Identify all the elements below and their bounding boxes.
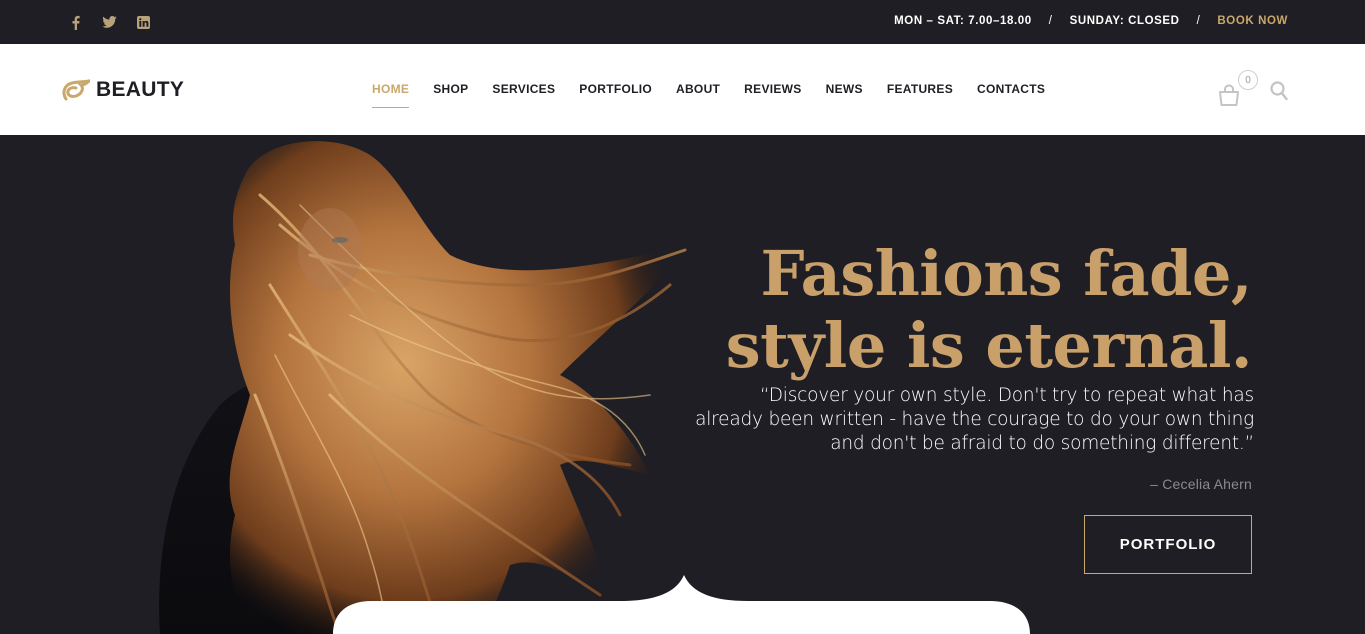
top-bar: MON – SAT: 7.00–18.00 / SUNDAY: CLOSED /… [0, 0, 1365, 44]
logo-text: BEAUTY [96, 78, 185, 101]
logo[interactable]: BEAUTY [60, 78, 184, 102]
hero-headline: Fashions fade, style is eternal. [725, 237, 1253, 382]
logo-mark-icon [62, 79, 90, 101]
sunday-hours: SUNDAY: CLOSED [1069, 15, 1180, 27]
search-icon [1270, 81, 1288, 101]
hero-model-image [159, 141, 691, 634]
quote-author: – Cecelia Ahern [1150, 476, 1252, 492]
cart-count-badge: 0 [1238, 70, 1258, 90]
weekday-hours: MON – SAT: 7.00–18.00 [894, 15, 1032, 27]
separator: / [1196, 15, 1201, 27]
nav-contacts[interactable]: CONTACTS [977, 82, 1045, 108]
nav-shop[interactable]: SHOP [433, 82, 468, 108]
main-nav: HOME SHOP SERVICES PORTFOLIO ABOUT REVIE… [372, 82, 1069, 108]
opening-hours: MON – SAT: 7.00–18.00 / SUNDAY: CLOSED /… [894, 15, 1288, 27]
headline-line-2: style is eternal. [725, 309, 1253, 382]
shopping-bag-icon [1219, 84, 1239, 106]
nav-features[interactable]: FEATURES [887, 82, 953, 108]
main-header: BEAUTY HOME SHOP SERVICES PORTFOLIO ABOU… [0, 44, 1365, 135]
separator: / [1048, 15, 1053, 27]
hero-bottom-wave [333, 575, 1030, 634]
nav-portfolio[interactable]: PORTFOLIO [579, 82, 652, 108]
linkedin-icon[interactable] [136, 13, 151, 31]
nav-about[interactable]: ABOUT [676, 82, 720, 108]
nav-home[interactable]: HOME [372, 82, 410, 108]
book-now-link[interactable]: BOOK NOW [1217, 15, 1288, 27]
nav-news[interactable]: NEWS [826, 82, 863, 108]
nav-services[interactable]: SERVICES [492, 82, 555, 108]
cart-button[interactable]: 0 [1217, 70, 1258, 110]
hero-quote: “Discover your own style. Don't try to r… [695, 385, 1254, 454]
social-links [68, 13, 151, 31]
twitter-icon[interactable] [102, 13, 117, 31]
hero-section: Fashions fade, style is eternal. “Discov… [0, 135, 1365, 634]
search-button[interactable] [1270, 81, 1288, 106]
headline-line-1: Fashions fade, [760, 237, 1253, 310]
facebook-icon[interactable] [68, 13, 83, 31]
nav-reviews[interactable]: REVIEWS [744, 82, 801, 108]
